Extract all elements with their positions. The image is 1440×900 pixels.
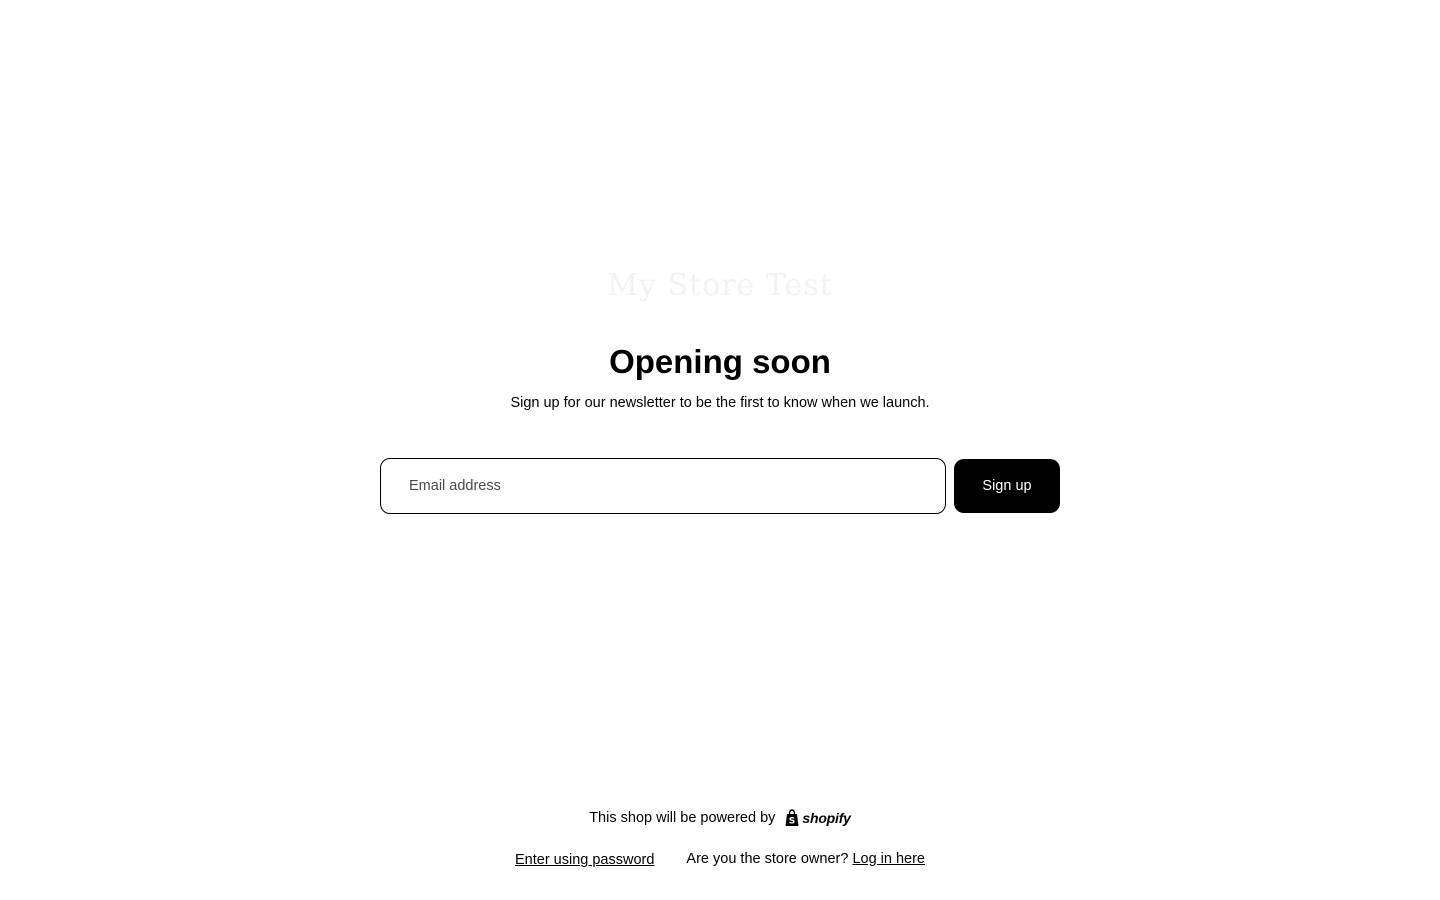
password-page: My Store Test Opening soon Sign up for o… (0, 0, 1440, 900)
sign-up-button[interactable]: Sign up (954, 459, 1060, 513)
shopify-wordmark: shopify (802, 810, 851, 826)
login-link[interactable]: Log in here (852, 851, 925, 867)
shopify-logo-link[interactable]: S shopify (784, 809, 851, 827)
email-input[interactable] (380, 458, 946, 514)
store-logo: My Store Test (607, 268, 833, 303)
page-subtitle: Sign up for our newsletter to be the fir… (510, 395, 930, 411)
powered-by: This shop will be powered by S shopify (0, 806, 1440, 830)
page-title: Opening soon (609, 343, 831, 380)
enter-password-link[interactable]: Enter using password (515, 852, 654, 868)
powered-by-text: This shop will be powered by (589, 810, 776, 826)
shopify-bag-icon: S (785, 809, 799, 827)
newsletter-form: Sign up (380, 458, 1060, 514)
owner-question: Are you the store owner? (686, 851, 849, 867)
footer-links: Enter using password Are you the store o… (0, 848, 1440, 870)
svg-text:S: S (789, 817, 795, 827)
